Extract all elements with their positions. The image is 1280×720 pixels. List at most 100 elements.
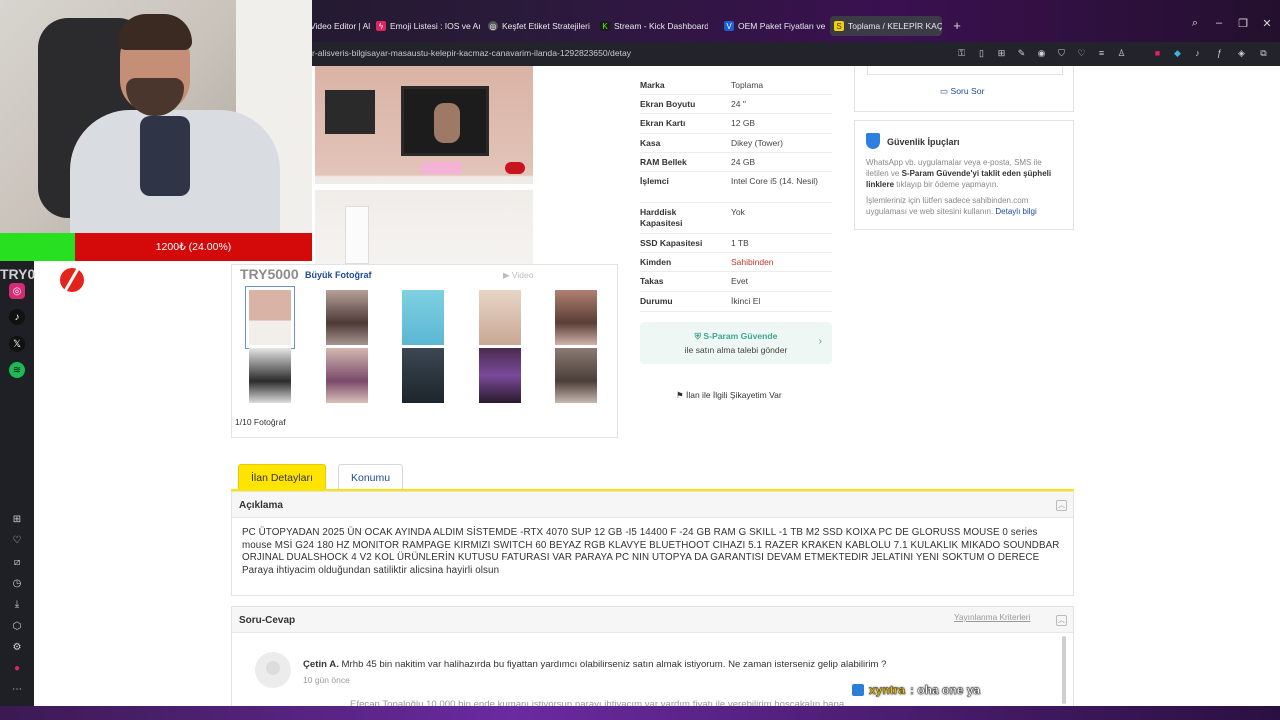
shield-icon[interactable]: ⛉: [1056, 48, 1067, 59]
spec-divider: [640, 252, 832, 253]
cam-hair: [118, 14, 192, 50]
spec-key: RAM Bellek: [640, 157, 687, 167]
spec-value: İkinci El: [731, 296, 761, 306]
main-listing-photo[interactable]: [315, 66, 533, 264]
big-photo-link[interactable]: Büyük Fotoğraf: [305, 270, 372, 280]
edit-icon[interactable]: ✎: [1016, 48, 1027, 59]
heart-icon[interactable]: ♡: [1076, 48, 1087, 59]
opera-icon[interactable]: ●: [9, 660, 25, 676]
spec-value: Intel Core i5 (14. Nesil): [731, 176, 818, 186]
tiktok-icon[interactable]: ♪: [9, 309, 25, 325]
camera-icon[interactable]: ◉: [1036, 48, 1047, 59]
v-logo-icon: V: [724, 21, 734, 31]
tab-toplama-kelepir[interactable]: S Toplama / KELEPİR KAÇMA: [830, 16, 942, 36]
qa-heading: Soru-Cevap: [239, 615, 296, 626]
extension-music-icon[interactable]: ♪: [1192, 48, 1203, 59]
spec-divider: [640, 291, 832, 292]
collapse-icon[interactable]: ︿: [1056, 615, 1067, 626]
spec-divider: [640, 311, 832, 312]
spec-divider: [640, 233, 832, 234]
thumbnail[interactable]: [245, 286, 295, 349]
new-tab-button[interactable]: +: [950, 19, 964, 33]
browser-sidebar: ◎ ♪ 𝕏 ≋ ⊞ ♡ ⧄ ◷ ⤓ ⬡ ⚙ ● ⋯: [0, 262, 34, 720]
thumbnail[interactable]: [402, 290, 444, 345]
spec-value: Evet: [731, 276, 749, 286]
extension-red-icon[interactable]: ■: [1152, 48, 1163, 59]
extension-f-icon[interactable]: ƒ: [1214, 48, 1225, 59]
spec-key: Takas: [640, 276, 664, 286]
chat-message-overlay: xyntra : oha one ya: [852, 683, 980, 697]
chevron-right-icon: ›: [818, 336, 822, 347]
favorites-icon[interactable]: ♡: [9, 532, 25, 548]
extension-blue-icon[interactable]: ◆: [1172, 48, 1183, 59]
x-icon[interactable]: 𝕏: [9, 336, 25, 352]
details-link[interactable]: Detaylı bilgi: [995, 207, 1036, 216]
thumbnail[interactable]: [326, 348, 368, 403]
tab-video-editor[interactable]: Video Editor | All: [306, 16, 370, 36]
report-listing-link[interactable]: ⚑ İlan ile İlgili Şikayetim Var: [676, 390, 782, 401]
minimize-icon[interactable]: –: [1212, 17, 1226, 29]
screen: Video Editor | All ϟ Emoji Listesi : IOS …: [0, 0, 1280, 720]
install-icon[interactable]: ⊞: [996, 48, 1007, 59]
reader-icon[interactable]: ▯: [976, 48, 987, 59]
photo-keyboard: [421, 162, 461, 174]
tab-label: OEM Paket Fiyatları ve Mo: [738, 21, 826, 31]
sparam-subtitle: ile satın alma talebi gönder: [684, 345, 788, 355]
downloads-icon[interactable]: ⤓: [9, 596, 25, 612]
thumbnail[interactable]: [479, 348, 521, 403]
thumbnail[interactable]: [249, 348, 291, 403]
collapse-icon[interactable]: ︿: [1056, 500, 1067, 511]
more-icon[interactable]: ⋯: [9, 681, 25, 697]
history-icon[interactable]: ◷: [9, 575, 25, 591]
flash-icon: ϟ: [376, 21, 386, 31]
spec-divider: [640, 113, 832, 114]
profile-icon[interactable]: ♙: [1116, 48, 1127, 59]
tab-label: Stream - Kick Dashboard: [614, 21, 708, 31]
close-icon[interactable]: ✕: [1260, 17, 1274, 30]
spec-divider: [640, 94, 832, 95]
taskbar-strip: [0, 706, 1280, 720]
safety-text-1c: tıklayıp bir ödeme yapmayın.: [894, 180, 999, 189]
key-icon[interactable]: ⚿: [956, 48, 967, 59]
tab-label: Video Editor | All: [310, 21, 370, 31]
ask-question-button[interactable]: ▭ Soru Sor: [940, 86, 984, 97]
url-field[interactable]: r-alisveris-bilgisayar-masaustu-kelepir-…: [312, 48, 631, 58]
thumbnail[interactable]: [402, 348, 444, 403]
analytics-icon[interactable]: ⧄: [9, 554, 25, 570]
thumbnail[interactable]: [479, 290, 521, 345]
message-input[interactable]: [867, 66, 1063, 75]
thumbnail[interactable]: [326, 290, 368, 345]
extensions-icon[interactable]: ⧉: [1258, 48, 1269, 59]
qa-header: Soru-Cevap ︿: [232, 607, 1073, 633]
tab-location[interactable]: Konumu: [338, 464, 404, 490]
extension-diamond-icon[interactable]: ◈: [1236, 48, 1247, 59]
spec-divider: [640, 202, 832, 203]
thumbnail[interactable]: [555, 348, 597, 403]
tab-oem-paket[interactable]: V OEM Paket Fiyatları ve Mo: [720, 16, 826, 36]
safety-text-2: İşlemleriniz için lütfen sadece sahibind…: [866, 195, 1062, 217]
spec-key: Ekran Kartı: [640, 118, 686, 128]
spotify-icon[interactable]: ≋: [9, 362, 25, 378]
description-header: Açıklama ︿: [232, 492, 1073, 518]
tab-listing-details[interactable]: İlan Detayları: [238, 464, 326, 490]
restore-icon[interactable]: ❐: [1236, 17, 1250, 30]
workspaces-icon[interactable]: ⊞: [9, 511, 25, 527]
settings-icon[interactable]: ⚙: [9, 639, 25, 655]
goal-end-label: TRY5000: [240, 266, 299, 282]
menu-icon[interactable]: ≡: [1096, 48, 1107, 59]
sparam-button[interactable]: ⛨ S-Param Güvende ile satın alma talebi …: [640, 322, 832, 364]
flag-icon: ⚑: [676, 390, 686, 400]
spec-divider: [640, 171, 832, 172]
extensions-box-icon[interactable]: ⬡: [9, 618, 25, 634]
description-text: PC ÜTOPYADAN 2025 ÜN OCAK AYINDA ALDIM S…: [242, 527, 1060, 577]
video-link[interactable]: ▶ Video: [503, 270, 534, 281]
search-tabs-icon[interactable]: ⌕: [1188, 17, 1202, 30]
publishing-criteria-link[interactable]: Yayınlanma Kriterleri: [954, 612, 1030, 622]
instagram-icon[interactable]: ◎: [9, 283, 25, 299]
tab-kick-dashboard[interactable]: K Stream - Kick Dashboard: [596, 16, 708, 36]
thumbnail[interactable]: [555, 290, 597, 345]
qa-scrollbar[interactable]: [1062, 636, 1066, 704]
tab-emoji-list[interactable]: ϟ Emoji Listesi : IOS ve Andr: [372, 16, 480, 36]
tab-kesfet[interactable]: ◎ Keşfet Etiket Stratejileri: [484, 16, 590, 36]
tab-label: Keşfet Etiket Stratejileri: [502, 21, 590, 31]
